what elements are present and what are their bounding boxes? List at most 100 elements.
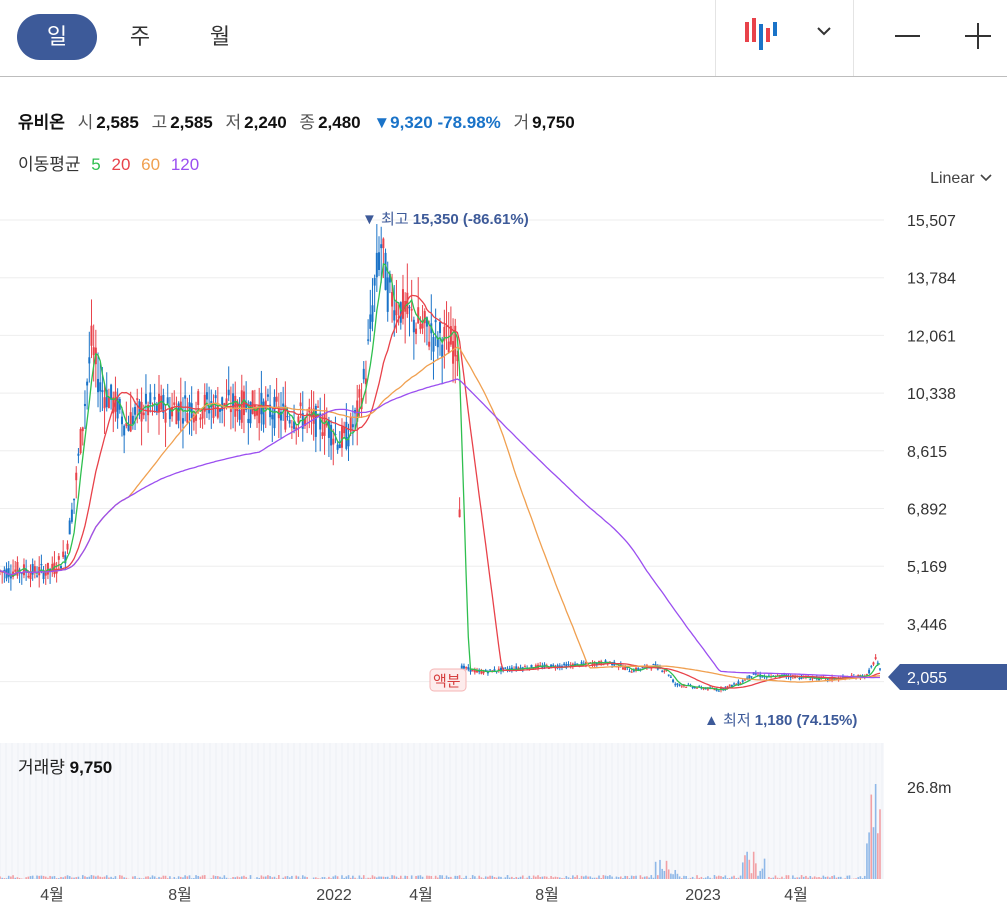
- volume-bar: [160, 877, 162, 879]
- x-tick-label: 4월: [409, 886, 433, 904]
- volume-bar: [51, 876, 54, 879]
- candle-body: [482, 671, 485, 674]
- volume-bar: [545, 876, 548, 879]
- volume-bar: [232, 876, 234, 879]
- chevron-down-icon[interactable]: [806, 16, 850, 60]
- volume-bar: [707, 876, 709, 879]
- volume-bar: [859, 876, 862, 879]
- volume-bar: [678, 876, 681, 879]
- candle-body: [375, 252, 378, 278]
- candle-body: [395, 302, 398, 316]
- candle-body: [330, 424, 333, 446]
- candle-body: [380, 244, 383, 249]
- candle-body: [81, 427, 84, 432]
- volume-bar: [38, 875, 41, 879]
- candle-body: [205, 392, 208, 400]
- candle-body: [92, 347, 95, 356]
- volume-bar: [304, 876, 306, 879]
- change-pct: -78.98%: [437, 113, 501, 132]
- volume-bar: [480, 877, 483, 879]
- volume-bar: [121, 875, 123, 879]
- candle-body: [717, 690, 720, 692]
- minus-icon[interactable]: [886, 16, 930, 60]
- tab-weekly[interactable]: 주: [100, 14, 180, 60]
- volume-bar: [591, 877, 594, 879]
- candle-body: [44, 572, 47, 576]
- volume-bar: [587, 876, 589, 879]
- candle-body: [79, 429, 82, 454]
- volume-bar: [863, 875, 866, 879]
- volume-bar: [508, 877, 511, 879]
- tab-monthly[interactable]: 월: [180, 14, 260, 60]
- tab-daily[interactable]: 일: [17, 14, 97, 60]
- volume-bar: [114, 876, 117, 879]
- candle-body: [123, 425, 126, 436]
- volume-bar: [774, 875, 777, 879]
- candle-body: [661, 670, 664, 672]
- candle-body: [40, 564, 43, 566]
- candle-body: [229, 409, 232, 413]
- volume-bar: [487, 876, 489, 879]
- volume-bar: [781, 876, 783, 879]
- volume-bar: [349, 877, 352, 879]
- volume-bar: [267, 875, 269, 879]
- volume-bar: [5, 878, 8, 879]
- scale-select[interactable]: Linear: [930, 170, 993, 188]
- volume-bar: [835, 877, 838, 879]
- volume-bar: [1, 877, 3, 879]
- candle-body: [678, 684, 681, 686]
- ma120-legend: 120: [170, 155, 200, 174]
- volume-bar: [12, 875, 14, 879]
- volume-bar: [837, 876, 840, 879]
- volume-bar: [105, 875, 108, 879]
- volume-bar: [541, 876, 544, 879]
- plus-icon[interactable]: [956, 16, 1000, 60]
- volume-bar: [809, 875, 812, 879]
- volume-bar: [667, 869, 670, 879]
- volume-bar: [589, 876, 592, 879]
- volume-bar: [312, 877, 315, 879]
- candle-body: [434, 320, 437, 323]
- candle-body: [401, 289, 404, 319]
- volume-bar: [822, 875, 825, 879]
- volume-bar: [820, 877, 822, 879]
- candle-body: [238, 410, 241, 420]
- x-tick-label: 8월: [535, 886, 559, 904]
- price-chart[interactable]: 15,507 13,784 12,061 10,338 8,615 6,892 5,169 3…: [0, 195, 1007, 922]
- volume-bar: [879, 809, 881, 879]
- volume-bar: [260, 875, 263, 879]
- candlestick-icon[interactable]: [740, 16, 784, 60]
- volume-bar: [212, 875, 215, 879]
- volume-bar: [369, 877, 372, 879]
- high-annotation-value: 15,350 (-86.61%): [413, 211, 529, 228]
- volume-bar: [635, 875, 637, 879]
- volume-bar: [397, 877, 400, 879]
- candle-body: [22, 564, 25, 576]
- volume-bar: [458, 875, 461, 879]
- candle-body: [630, 671, 633, 673]
- volume-panel-label: 거래량: [18, 758, 65, 777]
- volume-bar: [428, 875, 430, 879]
- toolbar-divider-2: [853, 0, 854, 76]
- volume-bar: [75, 877, 78, 879]
- volume-bar: [846, 875, 849, 879]
- volume-bar: [437, 877, 439, 879]
- candle-body: [750, 676, 753, 678]
- candle-body: [251, 390, 254, 414]
- ma20-legend: 20: [111, 155, 131, 174]
- ma-label: 이동평균: [18, 155, 81, 174]
- volume-bar: [713, 875, 716, 879]
- open-label: 시: [77, 113, 94, 132]
- volume-bar: [199, 876, 202, 879]
- volume-bar: [221, 877, 223, 879]
- volume-bar: [861, 878, 864, 879]
- y-tick-label: 15,507: [907, 213, 956, 230]
- volume-bar: [203, 875, 206, 879]
- volume-bar: [870, 794, 873, 879]
- volume-bar: [404, 875, 406, 879]
- volume-bar: [622, 878, 624, 879]
- volume-bar: [158, 876, 160, 879]
- candle-body: [624, 666, 627, 670]
- volume-bar: [358, 875, 361, 879]
- volume-bar: [663, 870, 666, 879]
